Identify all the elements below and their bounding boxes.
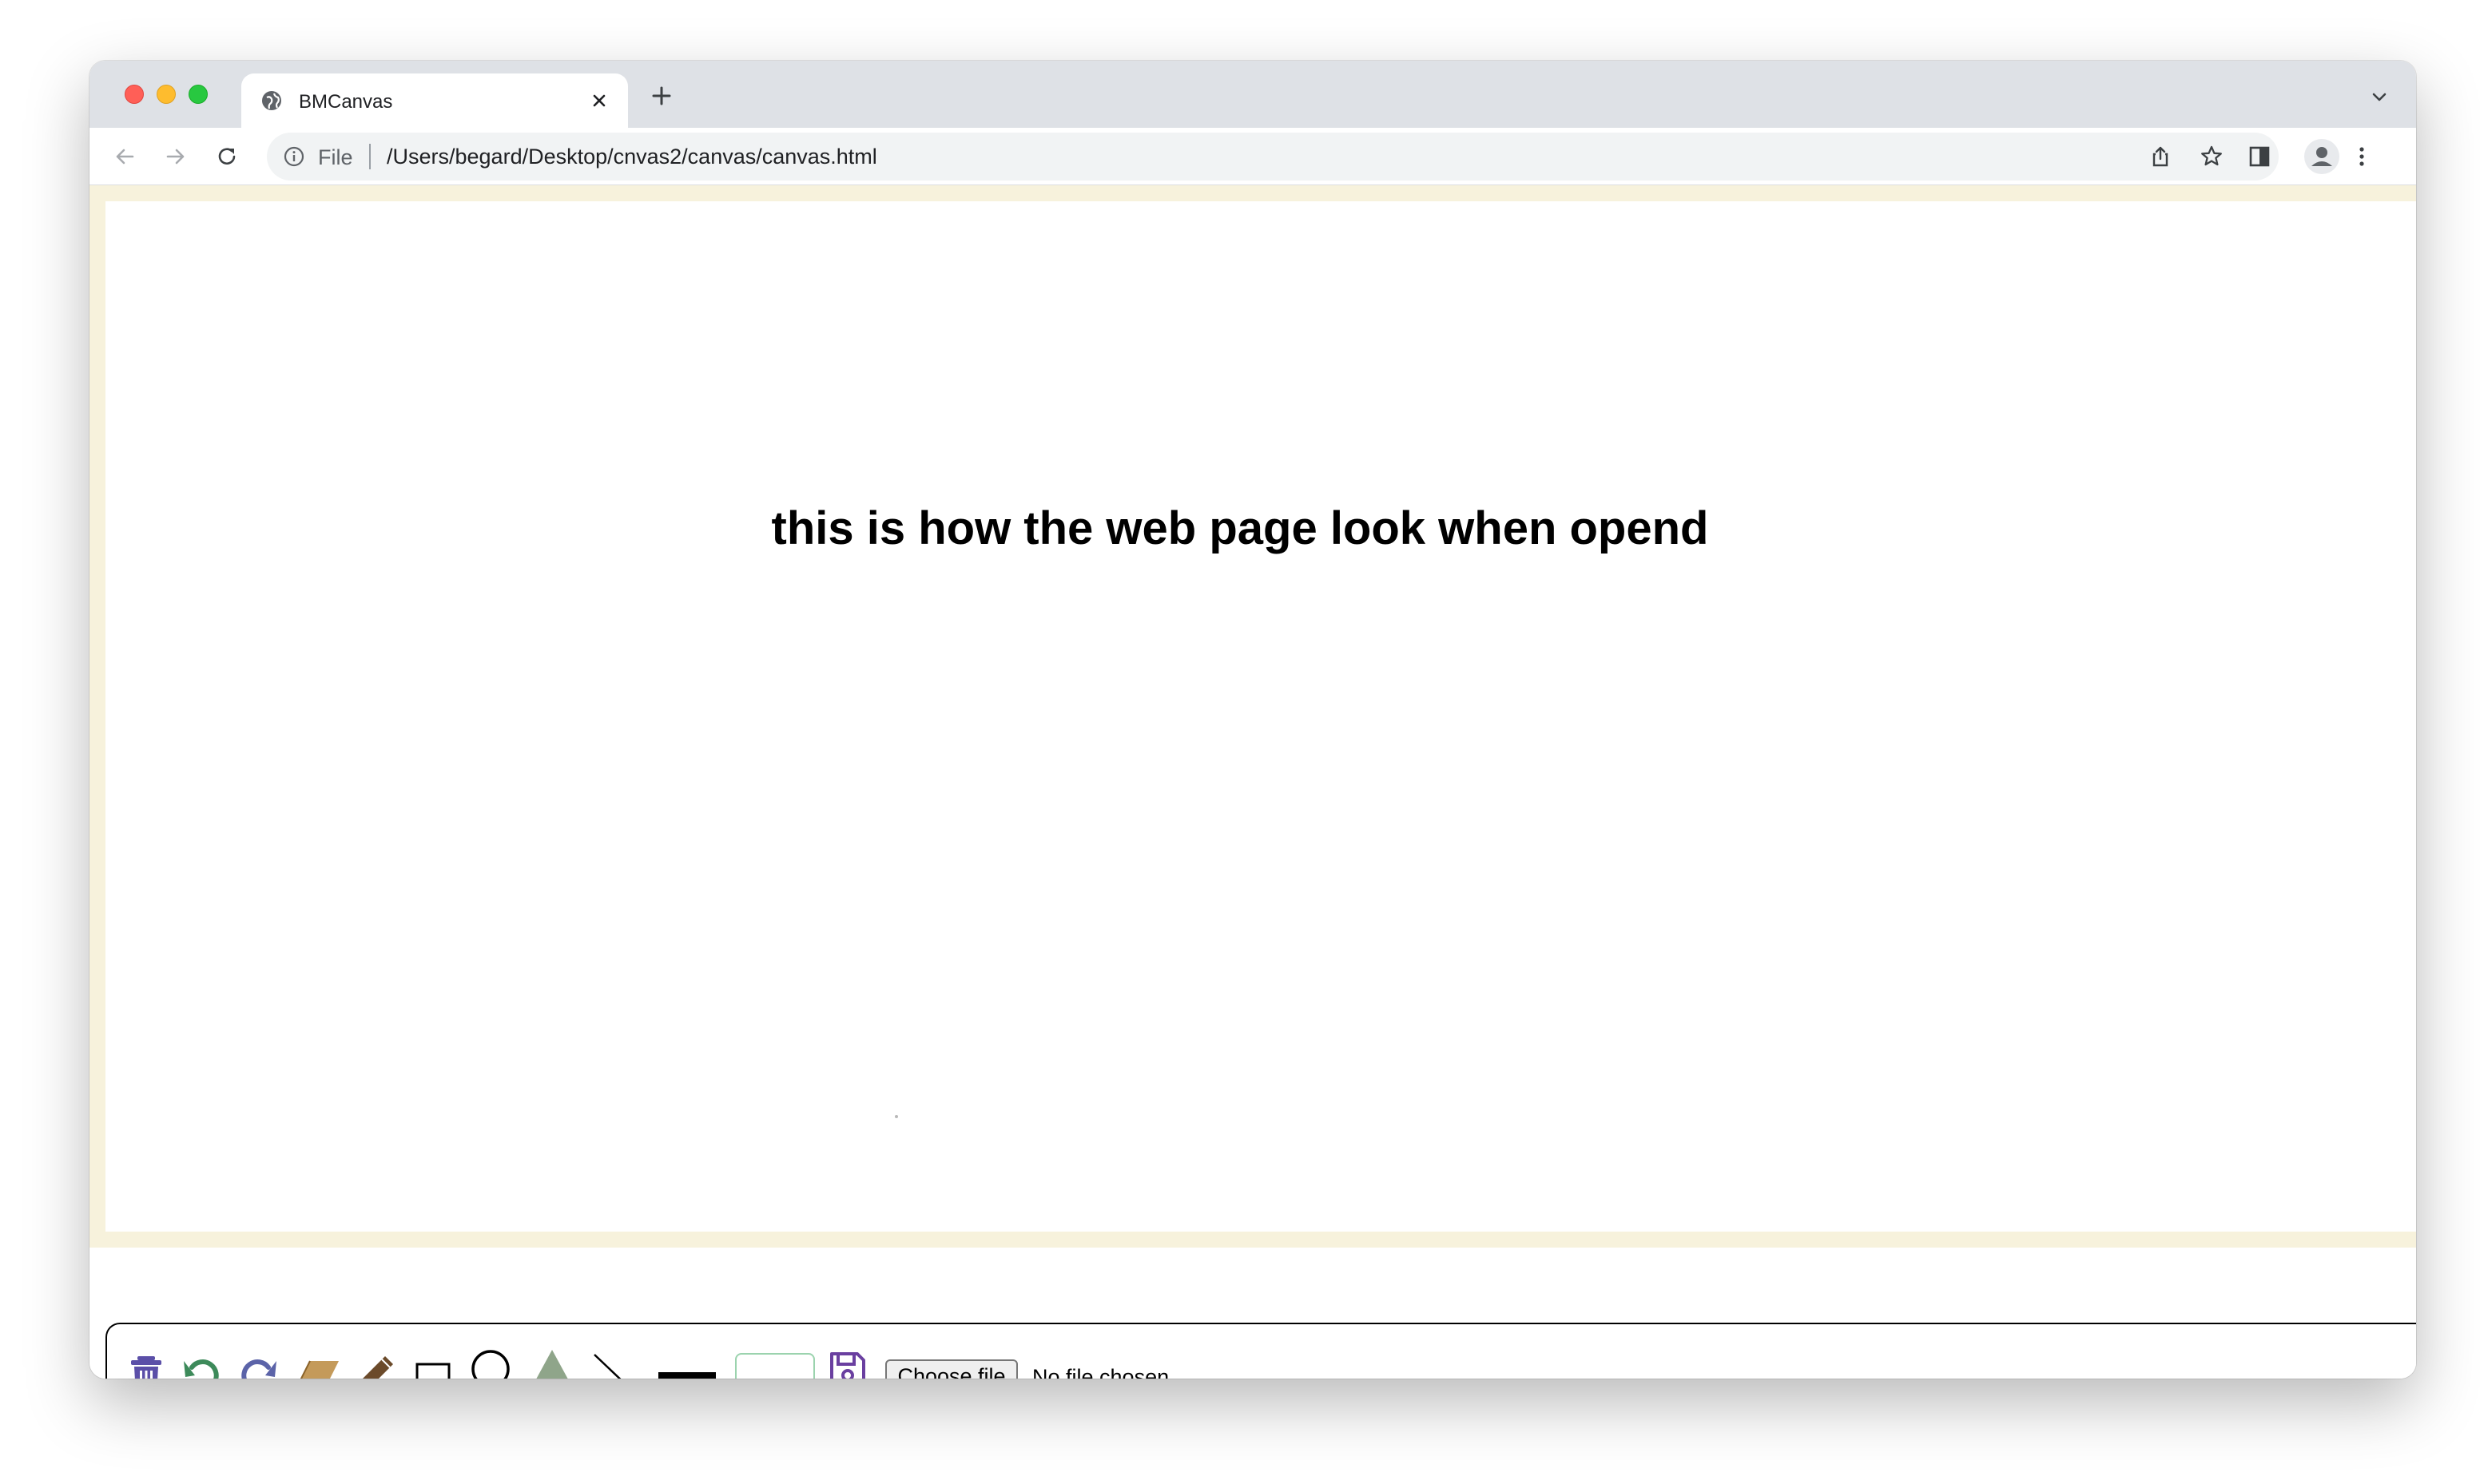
file-status-text: No file chosen bbox=[1032, 1365, 1170, 1379]
page-viewport: Choose file No file chosen bbox=[89, 185, 2416, 1379]
new-tab-icon[interactable] bbox=[649, 83, 674, 109]
globe-icon bbox=[262, 91, 281, 110]
address-divider bbox=[369, 144, 371, 169]
window-close-button[interactable] bbox=[125, 85, 144, 104]
canvas-dot bbox=[895, 1115, 898, 1118]
browser-toolbar: File /Users/begard/Desktop/cnvas2/canvas… bbox=[89, 128, 2416, 185]
info-icon[interactable] bbox=[283, 145, 305, 168]
browser-window: BMCanvas File /Users/begard/Desktop/cnva… bbox=[89, 61, 2416, 1379]
undo-icon[interactable] bbox=[182, 1353, 222, 1379]
window-maximize-button[interactable] bbox=[189, 85, 208, 104]
eraser-icon[interactable] bbox=[296, 1356, 340, 1379]
profile-avatar[interactable] bbox=[2304, 139, 2339, 174]
line-width-icon[interactable] bbox=[658, 1372, 716, 1379]
back-arrow-icon[interactable] bbox=[110, 142, 139, 171]
tool-bar: Choose file No file chosen bbox=[105, 1323, 2416, 1379]
rectangle-icon[interactable] bbox=[415, 1363, 451, 1379]
choose-file-button[interactable]: Choose file bbox=[885, 1359, 1018, 1379]
share-icon[interactable] bbox=[2148, 144, 2173, 169]
line-icon[interactable] bbox=[593, 1353, 628, 1379]
address-bar[interactable]: File /Users/begard/Desktop/cnvas2/canvas… bbox=[267, 133, 2279, 181]
trash-icon[interactable] bbox=[128, 1353, 165, 1379]
tab-close-icon[interactable] bbox=[588, 89, 610, 112]
circle-icon[interactable] bbox=[470, 1348, 511, 1379]
drawing-canvas[interactable] bbox=[89, 185, 2416, 1248]
forward-arrow-icon[interactable] bbox=[161, 142, 190, 171]
page-headline: this is how the web page look when opend bbox=[771, 502, 1709, 554]
redo-icon[interactable] bbox=[238, 1353, 278, 1379]
save-icon[interactable] bbox=[829, 1351, 866, 1379]
more-menu-icon[interactable] bbox=[2347, 142, 2376, 171]
profile-icon bbox=[2311, 147, 2332, 166]
bookmark-star-icon[interactable] bbox=[2199, 144, 2224, 169]
url-text[interactable]: /Users/begard/Desktop/cnvas2/canvas/canv… bbox=[387, 145, 877, 169]
side-panel-icon[interactable] bbox=[2245, 142, 2274, 171]
reload-icon[interactable] bbox=[213, 142, 241, 171]
tab-bmcanvas[interactable]: BMCanvas bbox=[241, 73, 628, 128]
tab-title: BMCanvas bbox=[299, 91, 393, 113]
tab-strip: BMCanvas bbox=[89, 61, 2416, 128]
window-minimize-button[interactable] bbox=[157, 85, 176, 104]
color-picker[interactable] bbox=[735, 1353, 815, 1379]
url-scheme-label: File bbox=[318, 145, 353, 169]
triangle-icon[interactable] bbox=[531, 1348, 574, 1379]
pencil-icon[interactable] bbox=[358, 1353, 395, 1379]
chevron-down-icon[interactable] bbox=[2368, 86, 2391, 109]
